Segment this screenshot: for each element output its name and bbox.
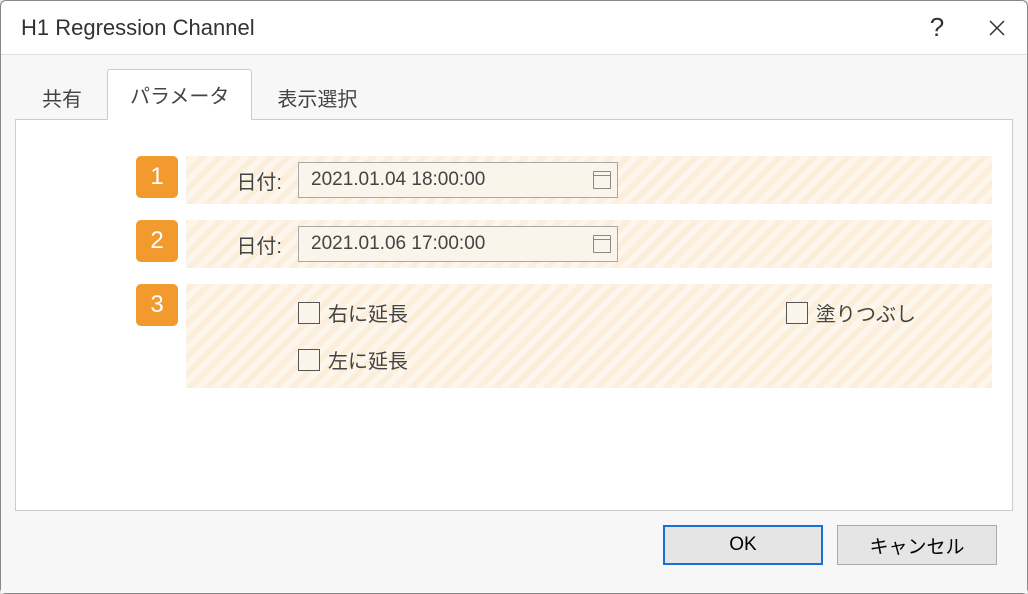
checkbox-wrap-extend-right[interactable]: 右に延長 (298, 298, 408, 327)
close-icon (988, 19, 1006, 37)
calendar-icon[interactable] (593, 171, 611, 189)
window-title: H1 Regression Channel (21, 15, 907, 41)
help-button[interactable]: ? (907, 1, 967, 55)
close-button[interactable] (967, 1, 1027, 55)
tab-common[interactable]: 共有 (19, 74, 105, 120)
param-row-3: 3 右に延長 塗りつぶし (136, 284, 992, 388)
cancel-button[interactable]: キャンセル (837, 525, 997, 565)
checkbox-row-top: 右に延長 塗りつぶし (202, 298, 976, 327)
label-extend-left[interactable]: 左に延長 (328, 345, 408, 374)
param-row-2: 2 日付: (136, 220, 992, 268)
date-field-1[interactable] (311, 169, 593, 191)
tab-visualization[interactable]: 表示選択 (254, 74, 380, 120)
checkbox-fill[interactable] (786, 302, 808, 324)
date-field-2[interactable] (311, 233, 593, 255)
checkbox-extend-right[interactable] (298, 302, 320, 324)
date-input-2[interactable] (298, 226, 618, 262)
param-row-1: 1 日付: (136, 156, 992, 204)
badge-3: 3 (136, 284, 178, 326)
stripe-block-2: 日付: (186, 220, 992, 268)
checkbox-wrap-extend-left[interactable]: 左に延長 (298, 345, 408, 374)
checkbox-row-bottom: 左に延長 (202, 345, 976, 374)
date-label-1: 日付: (202, 166, 282, 195)
label-fill[interactable]: 塗りつぶし (816, 298, 916, 327)
tab-panel-parameters: 1 日付: 2 日付: (15, 119, 1013, 511)
tab-bar: 共有 パラメータ 表示選択 (15, 69, 1013, 120)
badge-2: 2 (136, 220, 178, 262)
label-extend-right[interactable]: 右に延長 (328, 298, 408, 327)
calendar-icon[interactable] (593, 235, 611, 253)
stripe-block-3: 右に延長 塗りつぶし 左に延長 (186, 284, 992, 388)
tab-parameters[interactable]: パラメータ (107, 69, 252, 120)
date-input-1[interactable] (298, 162, 618, 198)
stripe-block-1: 日付: (186, 156, 992, 204)
ok-button[interactable]: OK (663, 525, 823, 565)
checkbox-wrap-fill[interactable]: 塗りつぶし (786, 298, 916, 327)
checkbox-extend-left[interactable] (298, 349, 320, 371)
badge-1: 1 (136, 156, 178, 198)
dialog-content: 共有 パラメータ 表示選択 1 日付: 2 日付: (1, 55, 1027, 593)
dialog-footer: OK キャンセル (15, 511, 1013, 579)
date-label-2: 日付: (202, 230, 282, 259)
dialog-window: H1 Regression Channel ? 共有 パラメータ 表示選択 1 … (0, 0, 1028, 594)
titlebar: H1 Regression Channel ? (1, 1, 1027, 55)
